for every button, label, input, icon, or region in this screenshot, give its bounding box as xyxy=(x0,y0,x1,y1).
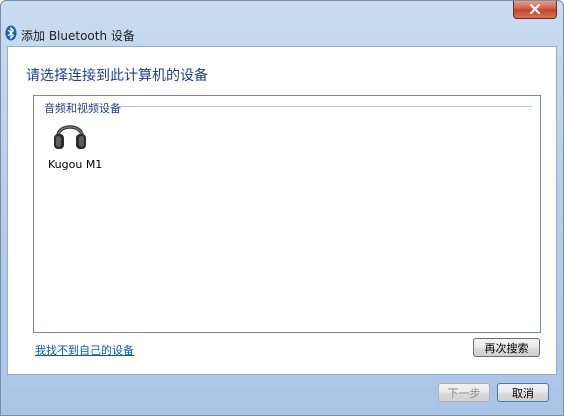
device-name: Kugou M1 xyxy=(48,158,103,171)
page-heading: 请选择连接到此计算机的设备 xyxy=(26,68,208,84)
bluetooth-icon xyxy=(5,25,17,41)
device-group-label: 音频和视频设备 xyxy=(44,100,124,116)
group-divider xyxy=(116,106,532,107)
title-bar[interactable]: 添加 Bluetooth 设备 xyxy=(1,1,563,47)
headphones-icon xyxy=(54,125,86,149)
device-list[interactable]: 音频和视频设备 Kugou M1 xyxy=(33,95,541,333)
next-button[interactable]: 下一步 xyxy=(438,383,490,402)
close-icon xyxy=(529,4,541,14)
device-item-kugou-m1[interactable]: Kugou M1 xyxy=(44,116,104,172)
cancel-button[interactable]: 取消 xyxy=(497,383,549,402)
window-title: 添加 Bluetooth 设备 xyxy=(21,29,135,43)
search-again-button[interactable]: 再次搜索 xyxy=(473,338,540,357)
close-button[interactable] xyxy=(513,1,557,19)
cant-find-device-link[interactable]: 我找不到自己的设备 xyxy=(35,342,134,358)
